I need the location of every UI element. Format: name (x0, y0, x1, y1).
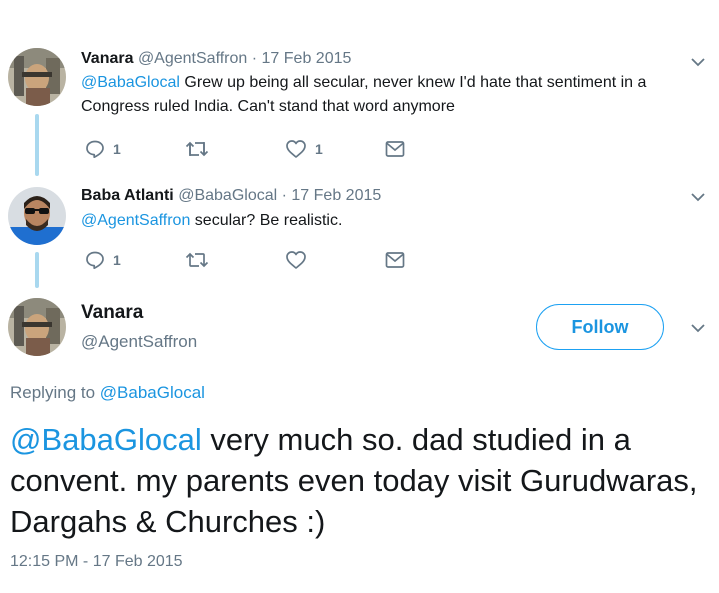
author-handle[interactable]: @AgentSaffron (81, 332, 197, 352)
like-button[interactable] (285, 250, 307, 270)
heart-icon (286, 251, 306, 269)
reply-icon (86, 251, 104, 270)
replying-label: Replying to (10, 383, 96, 402)
like-button[interactable]: 1 (285, 139, 323, 159)
reply-count: 1 (113, 141, 121, 157)
retweet-button[interactable] (185, 250, 209, 270)
replying-mention[interactable]: @BabaGlocal (100, 383, 205, 402)
avatar[interactable] (8, 298, 66, 356)
tweet-date[interactable]: 17 Feb 2015 (291, 187, 381, 204)
mention-link[interactable]: @BabaGlocal (10, 422, 202, 457)
follow-button[interactable]: Follow (536, 304, 664, 350)
tweet-header: Baba Atlanti @BabaGlocal · 17 Feb 2015 (81, 187, 381, 205)
dm-button[interactable] (385, 251, 405, 269)
reply-icon (86, 140, 104, 159)
thread-line (35, 114, 39, 176)
tweet-text: @AgentSaffron secular? Be realistic. (81, 209, 701, 233)
reply-button[interactable]: 1 (85, 250, 121, 270)
tweet-text: @BabaGlocal Grew up being all secular, n… (81, 71, 701, 119)
tweet-header: Vanara @AgentSaffron · 17 Feb 2015 (81, 50, 351, 68)
mention-link[interactable]: @BabaGlocal (81, 74, 180, 91)
retweet-icon (185, 141, 209, 157)
author-handle[interactable]: @BabaGlocal (178, 187, 277, 204)
avatar[interactable] (8, 187, 66, 245)
tweet-body: secular? Be realistic. (190, 212, 343, 229)
retweet-icon (185, 252, 209, 268)
retweet-button[interactable] (185, 139, 209, 159)
replying-to: Replying to @BabaGlocal (10, 383, 205, 403)
chevron-down-icon[interactable] (691, 192, 705, 202)
envelope-icon (385, 141, 405, 157)
mention-link[interactable]: @AgentSaffron (81, 212, 190, 229)
chevron-down-icon[interactable] (691, 323, 705, 333)
author-name[interactable]: Vanara (81, 302, 143, 324)
tweet-timestamp[interactable]: 12:15 PM - 17 Feb 2015 (10, 553, 183, 571)
separator: · (251, 50, 258, 67)
reply-button[interactable]: 1 (85, 139, 121, 159)
main-tweet-text: @BabaGlocal very much so. dad studied in… (10, 419, 710, 542)
author-name[interactable]: Baba Atlanti (81, 187, 174, 204)
author-handle[interactable]: @AgentSaffron (138, 50, 247, 67)
like-count: 1 (315, 141, 323, 157)
dm-button[interactable] (385, 140, 405, 158)
heart-icon (286, 140, 306, 158)
thread-line (35, 252, 39, 288)
reply-count: 1 (113, 252, 121, 268)
envelope-icon (385, 252, 405, 268)
avatar[interactable] (8, 48, 66, 106)
chevron-down-icon[interactable] (691, 57, 705, 67)
author-name[interactable]: Vanara (81, 50, 133, 67)
tweet-date[interactable]: 17 Feb 2015 (262, 50, 352, 67)
separator: · (281, 187, 287, 204)
